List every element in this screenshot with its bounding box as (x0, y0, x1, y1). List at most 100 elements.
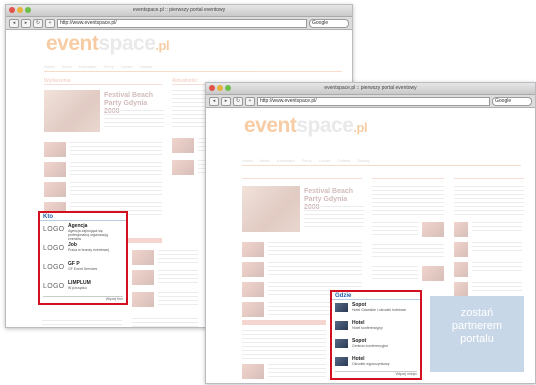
zoom-icon[interactable] (225, 85, 231, 91)
side-thumb[interactable] (172, 138, 194, 153)
bottom-thumb[interactable] (242, 364, 264, 379)
side-thumb[interactable] (422, 222, 444, 237)
far-thumb[interactable] (454, 222, 468, 237)
far-thumb[interactable] (454, 242, 468, 257)
search-field[interactable]: Google (309, 18, 349, 28)
bottom-text (268, 364, 326, 378)
nav-item[interactable]: Ludzie (121, 64, 133, 71)
footer-text (42, 320, 122, 327)
side-text (372, 222, 418, 236)
address-bar[interactable]: http://www.eventspace.pl/ (57, 18, 307, 28)
featured-photo[interactable] (44, 90, 100, 132)
side-thumb[interactable] (132, 250, 154, 265)
company-logo: LOGO (43, 245, 65, 252)
list-item[interactable]: LOGO LIMPLUM W porządku (40, 278, 126, 297)
promo-line: portalu (460, 333, 494, 345)
venue-directory-callout: Gdzie Sopot Hotel Gdańskie i ośrodek hot… (330, 290, 422, 380)
company-desc: GF Event Services (68, 267, 98, 271)
venue-photo[interactable] (335, 303, 348, 312)
news-text (70, 182, 162, 196)
reload-button[interactable]: ↻ (233, 96, 243, 106)
site-logo[interactable]: eventspace.pl (46, 32, 170, 56)
close-icon[interactable] (209, 85, 215, 91)
nav-item[interactable]: Home (44, 64, 55, 71)
venue-photo[interactable] (335, 339, 348, 348)
venue-photo[interactable] (335, 321, 348, 330)
list-item[interactable]: Sopot Centrum konferencyjne (332, 336, 420, 354)
side-thumb[interactable] (132, 292, 154, 307)
news-thumb[interactable] (44, 182, 66, 197)
zoom-icon[interactable] (25, 7, 31, 13)
back-button[interactable]: ◂ (9, 18, 19, 28)
address-bar[interactable]: http://www.eventspace.pl/ (257, 96, 490, 106)
main-nav: Home News Kalendarz Firmy Ludzie Galeria… (242, 158, 521, 166)
nav-item[interactable]: News (62, 64, 72, 71)
news-thumb[interactable] (242, 262, 264, 277)
news-thumb[interactable] (44, 162, 66, 177)
site-logo[interactable]: eventspace.pl (244, 114, 368, 138)
news-thumb[interactable] (242, 302, 264, 317)
window-titlebar: eventspace.pl :: pierwszy portal eventow… (206, 83, 535, 95)
company-logo: LOGO (43, 264, 65, 271)
side-thumb[interactable] (422, 266, 444, 281)
far-text (472, 262, 522, 274)
window-titlebar: eventspace.pl :: pierwszy portal eventow… (6, 5, 352, 17)
far-text (472, 242, 522, 254)
logo-tld: .pl (353, 120, 368, 135)
section-bar (242, 320, 326, 325)
list-item[interactable]: Hotel Hotel konferencyjny (332, 318, 420, 336)
back-button[interactable]: ◂ (209, 96, 219, 106)
far-thumb[interactable] (454, 282, 468, 297)
venue-desc: Centrum konferencyjne (352, 344, 389, 348)
window-controls (9, 7, 31, 13)
nav-item[interactable]: Home (242, 158, 253, 165)
far-thumb[interactable] (454, 262, 468, 277)
forward-button[interactable]: ▸ (221, 96, 231, 106)
news-thumb[interactable] (242, 282, 264, 297)
section-heading-right (372, 172, 444, 179)
promo-line: zostań (460, 307, 494, 319)
nav-item[interactable]: News (260, 158, 270, 165)
news-thumb[interactable] (44, 142, 66, 157)
callout-footer-link[interactable]: Więcej miejsc (335, 371, 417, 376)
list-item[interactable]: LOGO GF P GF Event Services (40, 259, 126, 278)
callout-footer-link[interactable]: Więcej firm (43, 296, 123, 301)
nav-item[interactable]: Ludzie (319, 158, 331, 165)
nav-item[interactable]: Firmy (104, 64, 114, 71)
home-button[interactable]: + (245, 96, 255, 106)
logo-space: space (296, 114, 354, 137)
list-item[interactable]: LOGO Job Praca w branży eventowej (40, 240, 126, 259)
list-item[interactable]: LOGO Agencja Agencja zajmująca się profe… (40, 221, 126, 241)
forward-button[interactable]: ▸ (21, 18, 31, 28)
nav-item[interactable]: Kalendarz (277, 158, 295, 165)
home-button[interactable]: + (45, 18, 55, 28)
minimize-icon[interactable] (17, 7, 23, 13)
search-field[interactable]: Google (492, 96, 532, 106)
promo-line: partnerem (451, 320, 503, 332)
news-text (268, 262, 362, 276)
logo-event: event (244, 114, 297, 137)
side-thumb[interactable] (172, 160, 194, 175)
featured-photo[interactable] (242, 186, 300, 232)
far-text (472, 222, 522, 234)
company-logo: LOGO (43, 283, 65, 290)
nav-item[interactable]: Galeria (338, 158, 351, 165)
nav-item[interactable]: Firmy (302, 158, 312, 165)
nav-item[interactable]: Szukaj (357, 158, 369, 165)
venue-desc: Hotel Gdańskie i ośrodek hotelowe (352, 308, 407, 312)
list-item[interactable]: Sopot Hotel Gdańskie i ośrodek hotelowe (332, 300, 420, 318)
reload-button[interactable]: ↻ (33, 18, 43, 28)
news-thumb[interactable] (242, 242, 264, 257)
browser-window-front: eventspace.pl :: pierwszy portal eventow… (205, 82, 536, 384)
partner-promo-banner[interactable]: zostań partnerem portalu (430, 296, 524, 372)
close-icon[interactable] (9, 7, 15, 13)
company-desc: W porządku (68, 286, 87, 290)
side-thumb[interactable] (132, 270, 154, 285)
far-text (454, 186, 524, 216)
minimize-icon[interactable] (217, 85, 223, 91)
news-text (70, 142, 162, 156)
nav-item[interactable]: Galeria (140, 64, 153, 71)
venue-photo[interactable] (335, 357, 348, 366)
list-item[interactable]: Hotel Ośrodek wypoczynkowy (332, 354, 420, 372)
nav-item[interactable]: Kalendarz (79, 64, 97, 71)
